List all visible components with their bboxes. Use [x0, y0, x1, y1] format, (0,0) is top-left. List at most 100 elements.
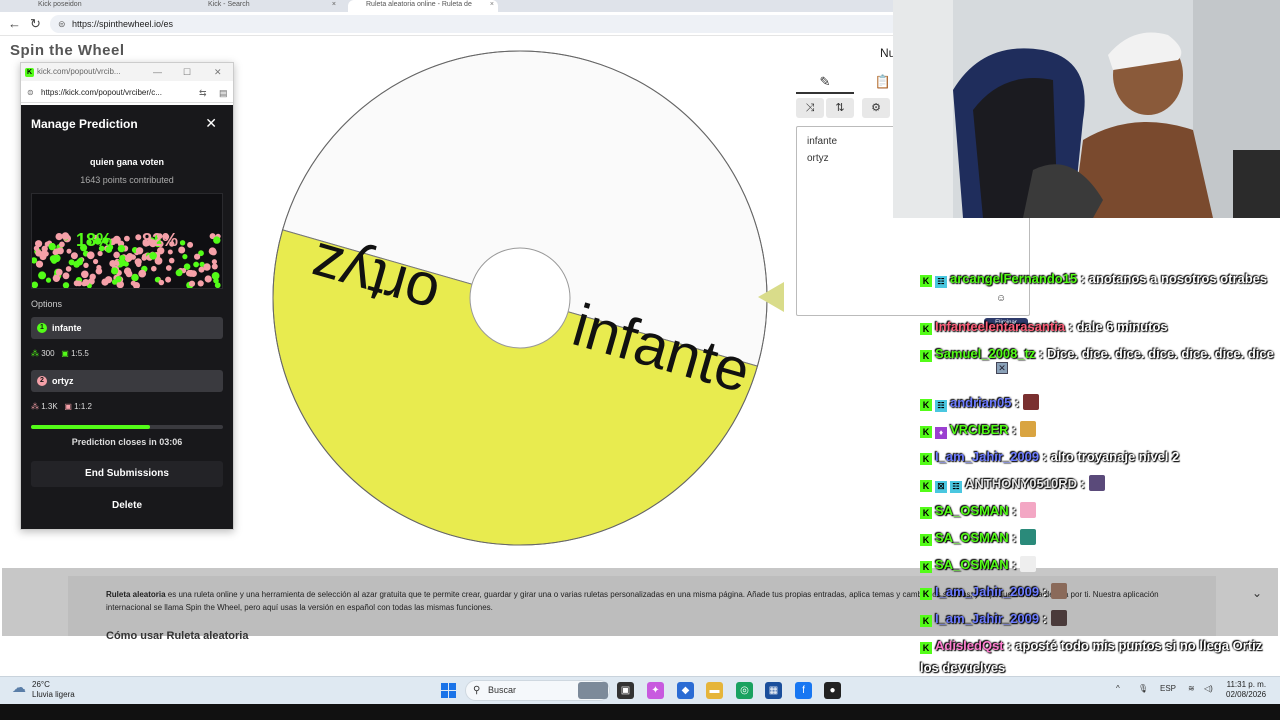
prediction-dot	[158, 279, 165, 286]
prediction-dot	[130, 280, 136, 286]
kick-badge-icon: K	[920, 350, 932, 362]
chevron-down-icon[interactable]: ⌄	[1252, 586, 1262, 600]
prediction-dot	[211, 263, 218, 270]
prediction-dot	[49, 255, 57, 263]
kick-badge-icon: K	[920, 642, 932, 654]
prediction-dot	[126, 253, 134, 261]
browser-tab[interactable]: Kick - Search ×	[190, 0, 340, 12]
task-view-icon[interactable]: ▣	[617, 682, 634, 699]
prediction-dot	[65, 266, 72, 272]
screen: Kick poseidon × Kick - Search × Ruleta ale…	[0, 0, 1280, 720]
prediction-dot	[134, 258, 142, 266]
chrome-icon[interactable]: ●	[824, 682, 841, 699]
chevron-up-icon[interactable]: ^	[1116, 684, 1120, 693]
popout-url-bar[interactable]: ⊜ https://kick.com/popout/vrciber/c... ⇆…	[21, 83, 233, 103]
prediction-dot	[117, 244, 126, 253]
translate-icon[interactable]: ⇆	[199, 83, 207, 103]
emote-icon	[1050, 610, 1067, 626]
prediction-dot	[165, 265, 172, 271]
kick-badge-icon: K	[920, 426, 932, 438]
webcam-feed	[893, 0, 1280, 218]
emote-icon	[1020, 502, 1037, 518]
volume-icon[interactable]: ◁)	[1204, 684, 1213, 693]
chat-message: K ☒ ☷ ANTHONY0510RD :	[920, 473, 1276, 495]
chat-message: K ☷ andrian05 :	[920, 392, 1276, 414]
close-icon[interactable]: ✕	[214, 63, 222, 81]
prediction-dot	[213, 236, 221, 244]
emote-icon	[1050, 583, 1067, 599]
chat-message: K SA_OSMAN :	[920, 500, 1276, 522]
maximize-icon[interactable]: ☐	[183, 63, 191, 81]
chat-message: K Infanteelentarasantia : dale 6 minutos	[920, 316, 1276, 338]
users-icon: ⁂	[31, 349, 39, 358]
prediction-dot	[179, 240, 186, 246]
back-arrow-icon[interactable]: ←	[8, 16, 21, 32]
prediction-dot	[32, 281, 39, 288]
app-icon[interactable]: ▦	[765, 682, 782, 699]
widget-image-icon[interactable]	[578, 682, 608, 699]
chat-message: K ☷ arcangelFernando15 : anotanos a nosotr…	[920, 268, 1276, 290]
wifi-icon[interactable]: ≋	[1188, 684, 1195, 693]
mic-icon[interactable]: 🎙	[1138, 684, 1148, 693]
prediction-dot	[62, 272, 70, 280]
prediction-dot	[149, 252, 157, 260]
weather-widget[interactable]: ☁ 26°C Lluvia ligera	[12, 680, 75, 700]
site-info-icon[interactable]: ⊜	[27, 83, 34, 103]
prediction-dot	[175, 269, 183, 277]
site-logo[interactable]: Spin the Wheel	[10, 42, 125, 59]
prediction-dot	[187, 269, 195, 277]
site-info-icon[interactable]: ⊜	[58, 15, 66, 33]
vip-badge-icon: ☷	[935, 276, 947, 288]
option-row-1[interactable]: 1 infante	[31, 317, 223, 339]
windows-start-icon[interactable]	[441, 683, 456, 698]
prediction-dot	[193, 261, 200, 268]
prediction-dot	[59, 241, 65, 248]
delete-button[interactable]: Delete	[31, 493, 223, 519]
kick-badge-icon: K	[920, 615, 932, 627]
percent-option-1: 18%	[76, 230, 113, 250]
info-bold-lead: Ruleta aleatoria	[106, 590, 166, 599]
end-submissions-button[interactable]: End Submissions	[31, 461, 223, 487]
prediction-dot	[194, 253, 201, 260]
shuffle-button[interactable]: ⤨	[796, 98, 824, 118]
close-icon[interactable]: ×	[332, 0, 336, 9]
prediction-dot	[45, 277, 52, 283]
url-input[interactable]: ⊜ https://spinthewheel.io/es	[50, 15, 900, 33]
prediction-dot	[55, 268, 63, 276]
sort-button[interactable]: ⇅	[826, 98, 854, 118]
close-icon[interactable]: ×	[490, 0, 494, 9]
prediction-dot	[38, 271, 47, 280]
facebook-icon[interactable]: f	[795, 682, 812, 699]
emote-icon	[1088, 475, 1105, 491]
edit-tab[interactable]: ✎	[796, 70, 854, 94]
browser-tab-active[interactable]: Ruleta aleatoria online - Ruleta de ×	[348, 0, 498, 12]
option-row-2[interactable]: 2 ortyz	[31, 370, 223, 392]
close-icon[interactable]: ✕	[205, 115, 217, 132]
prediction-dot	[113, 251, 120, 259]
countdown-progress	[31, 425, 223, 429]
info-heading: Cómo usar Ruleta aleatoria	[106, 630, 249, 642]
kick-badge-icon: K	[920, 561, 932, 573]
clock[interactable]: 11:31 p. m. 02/08/2026	[1226, 680, 1266, 700]
mic-badge-icon: ♦	[935, 427, 947, 439]
wheel-pointer	[758, 282, 784, 312]
reload-icon[interactable]: ↻	[30, 16, 41, 32]
chat-message: K ♦ VRCIBER :	[920, 419, 1276, 441]
language-indicator[interactable]: ESP	[1160, 684, 1176, 693]
shuffle-icon: ⤨	[805, 102, 815, 114]
more-icon[interactable]: ▤	[219, 83, 228, 103]
store-icon[interactable]: ◆	[677, 682, 694, 699]
spin-wheel[interactable]: ortyz infante	[272, 50, 768, 546]
folder-icon[interactable]: ▬	[706, 682, 723, 699]
prediction-dot	[61, 232, 70, 240]
settings-button[interactable]: ⚙	[862, 98, 890, 118]
gear-icon: ⚙	[871, 102, 881, 114]
pencil-icon: ✎	[819, 74, 831, 89]
prediction-dot	[124, 235, 130, 242]
minimize-icon[interactable]: —	[153, 63, 162, 81]
edge-icon[interactable]: ◎	[736, 682, 753, 699]
prediction-dot	[198, 266, 205, 273]
copilot-icon[interactable]: ✦	[647, 682, 664, 699]
option-number-badge: 2	[37, 376, 47, 386]
wheel-center[interactable]	[469, 247, 571, 349]
